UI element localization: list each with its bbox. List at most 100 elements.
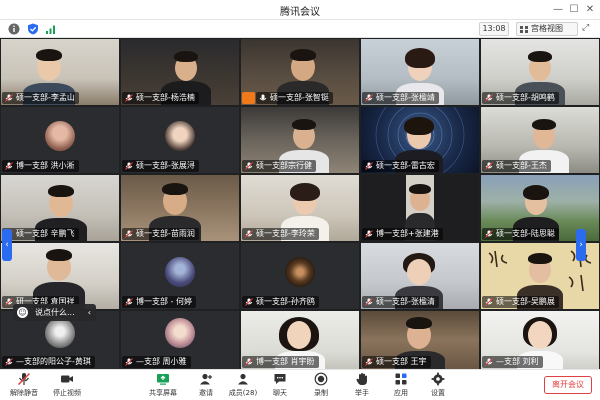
invite-icon bbox=[200, 373, 212, 385]
leave-meeting-button[interactable]: 离开会议 bbox=[544, 376, 592, 394]
prev-page-button[interactable]: ‹ bbox=[2, 229, 12, 261]
participant-name: 硕一支部宗行健 bbox=[242, 160, 316, 172]
participant-tile[interactable]: 硕一支部宗行健 bbox=[241, 107, 359, 173]
chevron-left-icon[interactable]: ‹ bbox=[88, 304, 91, 321]
record-icon bbox=[314, 372, 328, 386]
participant-tile[interactable]: 博一支部 洪小淅 bbox=[1, 107, 119, 173]
chat-placeholder: 说点什么... bbox=[35, 308, 75, 317]
mic-icon bbox=[245, 230, 253, 238]
avatar bbox=[285, 257, 315, 287]
mic-muted-icon bbox=[17, 372, 31, 386]
mic-icon bbox=[245, 358, 253, 366]
mic-icon bbox=[5, 162, 13, 170]
participant-name: 硕一支部-张楹清 bbox=[362, 296, 439, 308]
mic-icon bbox=[485, 230, 493, 238]
avatar bbox=[45, 121, 75, 151]
share-screen-button[interactable]: 共享屏幕 bbox=[148, 372, 178, 400]
participant-tile[interactable]: 硕一支部-李孟山 bbox=[1, 39, 119, 105]
avatar bbox=[165, 257, 195, 287]
participant-tile[interactable]: 硕一支部-苗雨润 bbox=[121, 175, 239, 241]
settings-icon bbox=[431, 372, 445, 386]
maximize-icon[interactable]: ☐ bbox=[566, 2, 582, 18]
participant-tile[interactable]: 博一支部+张建港 bbox=[361, 175, 479, 241]
minimize-icon[interactable]: — bbox=[550, 2, 566, 18]
avatar bbox=[165, 318, 195, 348]
mic-icon bbox=[5, 94, 13, 102]
chat-button[interactable]: 聊天 bbox=[270, 372, 290, 400]
stop-video-button[interactable]: 停止视频 bbox=[50, 372, 84, 400]
unmute-button[interactable]: 解除静音 bbox=[8, 372, 40, 400]
participant-name: 硕一支部-张楹靖 bbox=[362, 92, 439, 104]
fullscreen-icon[interactable]: ⤢ bbox=[582, 23, 594, 35]
view-mode-button[interactable]: 宫格视图 bbox=[516, 22, 578, 36]
mic-icon bbox=[365, 298, 373, 306]
participant-tile[interactable]: 研一支部 袁国祥 bbox=[1, 243, 119, 309]
members-button[interactable]: 成员(28) bbox=[228, 372, 258, 400]
participant-tile[interactable]: —支部 周小雅 bbox=[121, 311, 239, 369]
participant-tile[interactable]: 硕一支部-杨浩楠 bbox=[121, 39, 239, 105]
participant-name: 博一支部 - 何婷 bbox=[122, 296, 196, 308]
hand-icon bbox=[356, 373, 367, 385]
participant-tile[interactable]: 硕一支部-张智铤 bbox=[241, 39, 359, 105]
mic-icon bbox=[365, 230, 373, 238]
participant-tile[interactable]: 硕一支部-王杰 bbox=[481, 107, 599, 173]
participant-name: 硕一支部-李孟山 bbox=[2, 92, 79, 104]
participant-tile[interactable]: 硕一支部-雷古宏 bbox=[361, 107, 479, 173]
info-icon[interactable] bbox=[8, 23, 20, 35]
meeting-controls-bar: 解除静音 停止视频 共享屏幕 邀请 成员(28) 聊天 录制 举手 应用 设置 … bbox=[0, 369, 600, 400]
video-icon bbox=[61, 375, 73, 383]
participant-name: 硕一支部-张展浔 bbox=[122, 160, 199, 172]
participant-name: 硕一支部-杨浩楠 bbox=[122, 92, 199, 104]
participant-tile[interactable]: 硕一支部-胡鸣鹤 bbox=[481, 39, 599, 105]
chat-icon bbox=[274, 374, 286, 384]
participant-tile[interactable]: 博一支部 肖宇盼 bbox=[241, 311, 359, 369]
participant-tile[interactable]: 硕一支部 王宇 bbox=[361, 311, 479, 369]
record-button[interactable]: 录制 bbox=[311, 372, 331, 400]
participant-name: 硕一支部-张智铤 bbox=[256, 92, 333, 104]
participant-name: —支部 刘利 bbox=[482, 356, 543, 368]
members-icon bbox=[238, 373, 248, 385]
mic-icon bbox=[245, 298, 253, 306]
participant-tile[interactable]: 硕一支部-李玲荣 bbox=[241, 175, 359, 241]
share-screen-icon bbox=[157, 374, 169, 385]
mic-icon bbox=[365, 94, 373, 102]
raise-hand-button[interactable]: 举手 bbox=[352, 372, 372, 400]
settings-button[interactable]: 设置 bbox=[428, 372, 448, 400]
participant-tile[interactable]: 硕一支部-张楹清 bbox=[361, 243, 479, 309]
participant-tile[interactable]: 博一支部 - 何婷 bbox=[121, 243, 239, 309]
signal-icon[interactable] bbox=[45, 23, 57, 35]
avatar bbox=[45, 318, 75, 348]
mic-icon bbox=[365, 358, 373, 366]
participant-name: 硕一支部-胡鸣鹤 bbox=[482, 92, 559, 104]
participant-name: 博一支部 肖宇盼 bbox=[242, 356, 319, 368]
speaking-indicator bbox=[242, 92, 255, 104]
mic-icon bbox=[485, 358, 493, 366]
emoji-icon[interactable]: ☺ bbox=[17, 307, 28, 318]
shield-icon[interactable] bbox=[27, 23, 39, 35]
apps-button[interactable]: 应用 bbox=[391, 372, 411, 400]
mic-icon bbox=[485, 94, 493, 102]
mic-icon bbox=[125, 162, 133, 170]
participant-tile[interactable]: 硕一支部 辛鹏飞 bbox=[1, 175, 119, 241]
next-page-button[interactable]: › bbox=[576, 229, 586, 261]
mic-icon bbox=[485, 298, 493, 306]
window-title: 腾讯会议 bbox=[280, 7, 320, 18]
chat-quick-input[interactable]: ☺ 说点什么... ‹ bbox=[13, 304, 96, 321]
participant-name: —支部 周小雅 bbox=[122, 356, 191, 368]
close-icon[interactable]: ✕ bbox=[582, 2, 598, 18]
avatar bbox=[165, 121, 195, 151]
mic-icon bbox=[125, 358, 133, 366]
participant-name: 硕一支部 辛鹏飞 bbox=[2, 228, 79, 240]
participant-tile[interactable]: 硕一支部-张楹靖 bbox=[361, 39, 479, 105]
view-mode-label: 宫格视图 bbox=[531, 24, 563, 33]
participant-tile[interactable]: —支部 刘利 bbox=[481, 311, 599, 369]
meeting-info-bar: 13:08 宫格视图 ⤢ bbox=[0, 20, 600, 38]
participant-name: 硕一支部-吴鹏展 bbox=[482, 296, 559, 308]
participant-name: 硕一支部-王杰 bbox=[482, 160, 551, 172]
participant-tile[interactable]: 硕一支部-张展浔 bbox=[121, 107, 239, 173]
participant-name: 硕一支部-陆思聪 bbox=[482, 228, 559, 240]
participant-tile[interactable]: 硕一支部-孙齐鸥 bbox=[241, 243, 359, 309]
participant-name: —支部的阳公子-黄琪 bbox=[2, 356, 95, 368]
participant-name: 硕一支部-孙齐鸥 bbox=[242, 296, 319, 308]
invite-button[interactable]: 邀请 bbox=[196, 372, 216, 400]
